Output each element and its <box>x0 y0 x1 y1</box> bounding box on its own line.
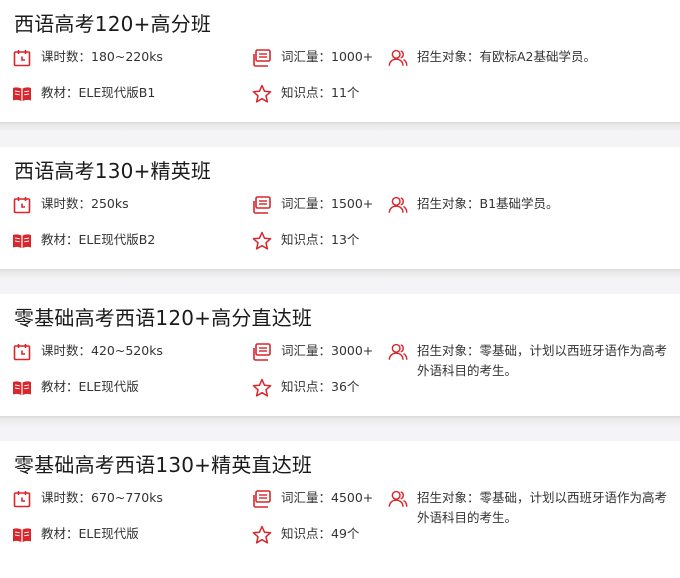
course-hours-text: 课时数：670~770ks <box>41 490 163 505</box>
book-stack-icon <box>252 195 272 215</box>
course-target: 招生对象：有欧标A2基础学员。 <box>388 47 679 68</box>
course-title[interactable]: 零基础高考西语120+高分直达班 <box>14 302 312 331</box>
star-icon <box>252 525 272 545</box>
open-book-icon <box>12 525 32 545</box>
course-list: 西语高考120+高分班 课时数：180~220ks 词汇量：1000+ 招生对象… <box>0 0 680 563</box>
course-points: 知识点：36个 <box>252 377 359 398</box>
open-book-icon <box>12 84 32 104</box>
users-icon <box>388 489 408 509</box>
course-hours: 课时数：250ks <box>12 194 129 215</box>
course-hours: 课时数：420~520ks <box>12 341 163 362</box>
course-card[interactable]: 西语高考130+精英班 课时数：250ks 词汇量：1500+ 招生对象：B1基… <box>0 147 680 269</box>
book-stack-icon <box>252 342 272 362</box>
course-target-text: 招生对象：B1基础学员。 <box>417 196 559 211</box>
course-target: 招生对象：B1基础学员。 <box>388 194 679 215</box>
card-divider <box>0 416 680 441</box>
course-points: 知识点：49个 <box>252 524 359 545</box>
course-hours: 课时数：670~770ks <box>12 488 163 509</box>
course-target-text: 招生对象：零基础，计划以西班牙语作为高考外语科目的考生。 <box>417 490 668 525</box>
course-card[interactable]: 零基础高考西语120+高分直达班 课时数：420~520ks 词汇量：3000+… <box>0 294 680 416</box>
course-textbook-text: 教材：ELE现代版B1 <box>41 85 156 100</box>
course-textbook-text: 教材：ELE现代版 <box>41 526 139 541</box>
course-title[interactable]: 零基础高考西语130+精英直达班 <box>14 449 312 478</box>
book-stack-icon <box>252 48 272 68</box>
users-icon <box>388 195 408 215</box>
course-title[interactable]: 西语高考120+高分班 <box>14 8 211 37</box>
course-textbook: 教材：ELE现代版B2 <box>12 230 155 251</box>
course-card[interactable]: 西语高考120+高分班 课时数：180~220ks 词汇量：1000+ 招生对象… <box>0 0 680 122</box>
users-icon <box>388 48 408 68</box>
course-points-text: 知识点：36个 <box>281 379 360 394</box>
course-target-text: 招生对象：有欧标A2基础学员。 <box>417 49 597 64</box>
calendar-icon <box>12 48 32 68</box>
course-vocab: 词汇量：3000+ <box>252 341 373 362</box>
star-icon <box>252 231 272 251</box>
course-vocab: 词汇量：1000+ <box>252 47 373 68</box>
course-textbook: 教材：ELE现代版B1 <box>12 83 155 104</box>
course-hours-text: 课时数：420~520ks <box>41 343 163 358</box>
course-vocab: 词汇量：4500+ <box>252 488 373 509</box>
course-hours: 课时数：180~220ks <box>12 47 163 68</box>
course-textbook: 教材：ELE现代版 <box>12 524 139 545</box>
course-hours-text: 课时数：250ks <box>41 196 129 211</box>
course-vocab-text: 词汇量：4500+ <box>281 490 374 505</box>
course-target: 招生对象：零基础，计划以西班牙语作为高考外语科目的考生。 <box>388 341 679 381</box>
course-points-text: 知识点：13个 <box>281 232 360 247</box>
course-hours-text: 课时数：180~220ks <box>41 49 163 64</box>
course-title[interactable]: 西语高考130+精英班 <box>14 155 211 184</box>
course-vocab-text: 词汇量：1500+ <box>281 196 374 211</box>
course-points: 知识点：13个 <box>252 230 359 251</box>
course-target-text: 招生对象：零基础，计划以西班牙语作为高考外语科目的考生。 <box>417 343 668 378</box>
calendar-icon <box>12 195 32 215</box>
open-book-icon <box>12 231 32 251</box>
card-divider <box>0 269 680 294</box>
course-card[interactable]: 零基础高考西语130+精英直达班 课时数：670~770ks 词汇量：4500+… <box>0 441 680 563</box>
calendar-icon <box>12 342 32 362</box>
calendar-icon <box>12 489 32 509</box>
course-textbook-text: 教材：ELE现代版B2 <box>41 232 156 247</box>
course-textbook-text: 教材：ELE现代版 <box>41 379 139 394</box>
course-points-text: 知识点：11个 <box>281 85 360 100</box>
course-vocab: 词汇量：1500+ <box>252 194 373 215</box>
course-points-text: 知识点：49个 <box>281 526 360 541</box>
card-divider <box>0 122 680 147</box>
course-points: 知识点：11个 <box>252 83 359 104</box>
users-icon <box>388 342 408 362</box>
book-stack-icon <box>252 489 272 509</box>
course-target: 招生对象：零基础，计划以西班牙语作为高考外语科目的考生。 <box>388 488 679 528</box>
open-book-icon <box>12 378 32 398</box>
course-textbook: 教材：ELE现代版 <box>12 377 139 398</box>
star-icon <box>252 378 272 398</box>
course-vocab-text: 词汇量：3000+ <box>281 343 374 358</box>
course-vocab-text: 词汇量：1000+ <box>281 49 374 64</box>
star-icon <box>252 84 272 104</box>
